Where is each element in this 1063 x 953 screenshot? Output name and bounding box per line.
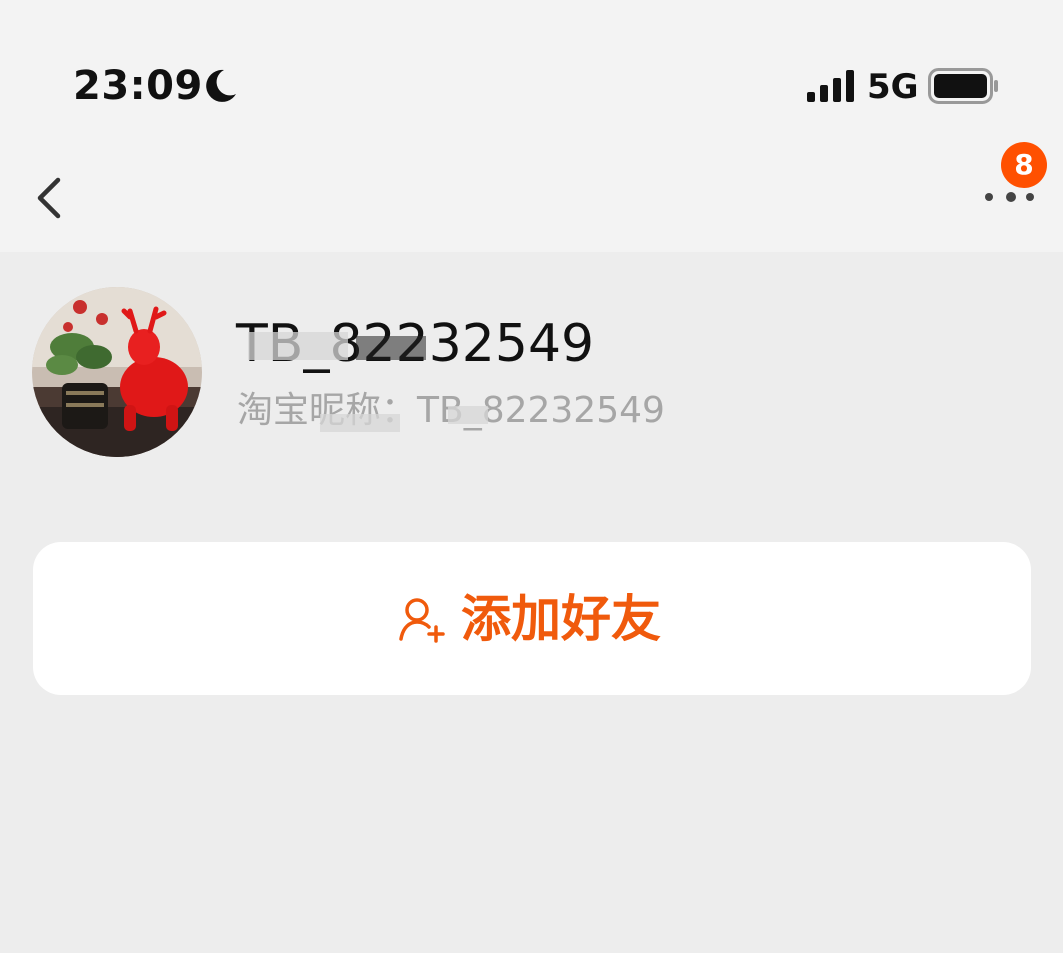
- status-time: 23:09: [73, 63, 203, 109]
- battery-icon: [928, 68, 998, 104]
- redaction-mark: [448, 406, 488, 424]
- top-bar: 23:09 5G 8: [0, 0, 1063, 252]
- redaction-mark: [248, 332, 348, 360]
- avatar-photo: [32, 287, 202, 457]
- add-friend-button[interactable]: 添加好友: [33, 542, 1031, 695]
- signal-icon: [807, 70, 854, 102]
- redaction-mark: [356, 336, 426, 360]
- notification-badge: 8: [1001, 142, 1047, 188]
- moon-icon: [206, 69, 236, 102]
- avatar[interactable]: [32, 287, 202, 457]
- network-type: 5G: [867, 67, 919, 107]
- add-user-icon: [399, 598, 445, 643]
- back-button[interactable]: [30, 170, 70, 226]
- redaction-mark: [320, 414, 400, 432]
- add-friend-label: 添加好友: [461, 590, 661, 648]
